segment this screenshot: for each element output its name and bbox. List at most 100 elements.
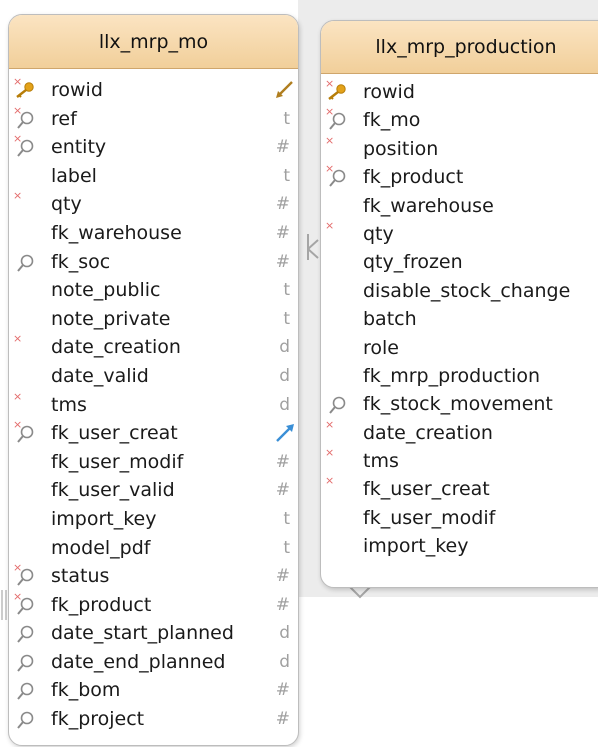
column-name: note_public xyxy=(51,279,161,302)
column-row[interactable]: fk_bom # xyxy=(9,676,298,705)
column-row[interactable]: batcht xyxy=(321,305,598,333)
index-magnifier-icon xyxy=(17,139,34,157)
column-type: t xyxy=(283,308,290,329)
column-row[interactable]: × fk_product # xyxy=(9,591,298,620)
column-type: t xyxy=(283,165,290,186)
column-type: # xyxy=(275,709,290,730)
column-name: note_private xyxy=(51,307,171,330)
index-magnifier-icon xyxy=(17,111,34,129)
column-name: role xyxy=(363,336,399,359)
column-type: # xyxy=(275,451,290,472)
column-row[interactable]: × date_creation d xyxy=(9,333,298,362)
column-name: tms xyxy=(363,450,399,473)
column-type: t xyxy=(283,508,290,529)
column-name: fk_soc xyxy=(51,250,111,273)
column-name: fk_warehouse xyxy=(363,194,494,217)
column-list: × rowid × ref t × entity # label t × qty # fk_warehou… xyxy=(9,69,298,734)
column-row[interactable]: qty_frozen# xyxy=(321,248,598,276)
column-name: tms xyxy=(51,393,87,416)
column-row[interactable]: × fk_mo xyxy=(321,106,598,134)
column-name: qty_frozen xyxy=(363,251,463,274)
column-type: # xyxy=(275,194,290,215)
primary-key-icon xyxy=(16,82,34,98)
column-row[interactable]: × fk_product xyxy=(321,163,598,191)
column-name: fk_stock_movement xyxy=(363,393,553,416)
column-row[interactable]: fk_stock_movement xyxy=(321,390,598,418)
required-marker: × xyxy=(325,474,335,488)
index-magnifier-icon xyxy=(17,597,34,615)
column-row[interactable]: ×qty# xyxy=(321,220,598,248)
column-row[interactable]: import_keyt xyxy=(9,505,298,534)
relation-connector-stub xyxy=(1,590,7,620)
required-marker: × xyxy=(325,218,335,232)
column-row[interactable]: import_keyt xyxy=(321,532,598,560)
column-name: date_start_planned xyxy=(51,622,234,645)
column-row[interactable]: label t xyxy=(9,162,298,191)
column-type: t xyxy=(283,280,290,301)
column-row[interactable]: date_valid d xyxy=(9,362,298,391)
column-name: status xyxy=(51,565,110,588)
column-row[interactable]: × ref t xyxy=(9,105,298,134)
column-row[interactable]: note_public t xyxy=(9,276,298,305)
index-magnifier-icon xyxy=(17,568,34,586)
column-row[interactable]: × tms d xyxy=(9,391,298,420)
column-name: fk_user_valid xyxy=(51,479,175,502)
column-type: # xyxy=(275,251,290,272)
column-row[interactable]: ×position# xyxy=(321,135,598,163)
column-type: t xyxy=(283,537,290,558)
column-row[interactable]: model_pdf t xyxy=(9,534,298,563)
column-row[interactable]: date_start_planned d xyxy=(9,619,298,648)
required-marker: × xyxy=(13,332,23,346)
column-row[interactable]: ×rowid# xyxy=(321,78,598,106)
column-name: rowid xyxy=(51,79,103,101)
column-name: fk_user_creat xyxy=(363,478,490,501)
index-magnifier-icon xyxy=(329,169,346,187)
table-title[interactable]: llx_mrp_mo xyxy=(9,15,298,69)
column-type: t xyxy=(283,108,290,129)
column-row[interactable]: rolet xyxy=(321,334,598,362)
column-name: fk_product xyxy=(51,593,152,616)
index-magnifier-icon xyxy=(329,396,346,414)
column-name: date_valid xyxy=(51,364,149,387)
column-type: d xyxy=(279,623,290,644)
column-row[interactable]: × status # xyxy=(9,562,298,591)
index-magnifier-icon xyxy=(17,254,34,272)
column-row[interactable]: disable_stock_change# xyxy=(321,277,598,305)
column-type: d xyxy=(279,651,290,672)
column-row[interactable]: ×tmsc xyxy=(321,447,598,475)
column-row[interactable]: fk_user_modif # xyxy=(9,448,298,477)
column-row[interactable]: fk_warehouse# xyxy=(9,219,298,248)
column-name: fk_user_modif xyxy=(363,506,496,529)
column-row[interactable]: date_end_planned d xyxy=(9,648,298,677)
column-type: # xyxy=(275,680,290,701)
column-name: label xyxy=(51,164,97,187)
column-row[interactable]: ×fk_user_creat# xyxy=(321,475,598,503)
column-row[interactable]: fk_warehouse# xyxy=(321,192,598,220)
column-name: fk_bom xyxy=(51,679,121,702)
column-name: fk_mo xyxy=(363,109,421,132)
column-row[interactable]: × fk_user_creat xyxy=(9,419,298,448)
column-type: d xyxy=(279,337,290,358)
required-marker: × xyxy=(325,417,335,431)
column-name: date_creation xyxy=(363,421,493,444)
column-row[interactable]: fk_user_valid # xyxy=(9,476,298,505)
index-magnifier-icon xyxy=(17,425,34,443)
column-row[interactable]: ×date_creationc xyxy=(321,419,598,447)
column-row[interactable]: fk_mrp_production# xyxy=(321,362,598,390)
table-llx-mrp-production[interactable]: llx_mrp_production ×rowid#×fk_mo×positio… xyxy=(320,20,598,588)
column-row[interactable]: fk_project # xyxy=(9,705,298,734)
column-type: # xyxy=(275,566,290,587)
table-llx-mrp-mo[interactable]: llx_mrp_mo × rowid × ref t × entity # label t × qty… xyxy=(8,14,299,746)
column-name: fk_user_modif xyxy=(51,450,184,473)
column-name: fk_warehouse xyxy=(51,221,182,244)
index-magnifier-icon xyxy=(17,683,34,701)
column-row[interactable]: × rowid xyxy=(9,76,298,105)
column-row[interactable]: fk_soc # xyxy=(9,248,298,277)
index-magnifier-icon xyxy=(17,654,34,672)
column-row[interactable]: fk_user_modif# xyxy=(321,504,598,532)
table-title[interactable]: llx_mrp_production xyxy=(321,21,598,74)
column-row[interactable]: ×qty# xyxy=(9,190,298,219)
column-row[interactable]: note_private t xyxy=(9,305,298,334)
column-row[interactable]: × entity # xyxy=(9,133,298,162)
column-name: entity xyxy=(51,136,107,159)
